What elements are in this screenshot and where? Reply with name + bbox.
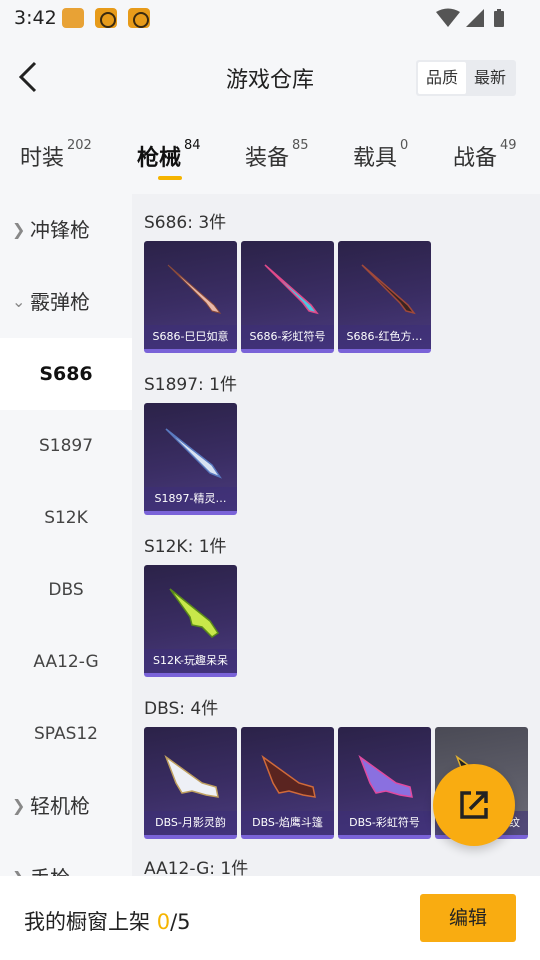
shotgun-skin-image: [169, 588, 220, 638]
tab-label: 枪械: [137, 146, 182, 171]
chevron-right-icon: ❯: [12, 796, 26, 815]
category-label: 霰弹枪: [30, 290, 90, 314]
item-card[interactable]: DBS-月影灵韵: [144, 727, 237, 839]
share-icon: [460, 791, 488, 819]
sidebar-category-smg[interactable]: ❯ 冲锋枪: [0, 194, 132, 266]
item-name: S12K-玩趣呆呆: [144, 649, 237, 673]
category-label: 手枪: [30, 866, 70, 876]
shotgun-skin-image: [167, 264, 222, 314]
section-title: AA12-G: 1件: [144, 859, 249, 876]
showcase-current-count: 0: [156, 910, 171, 934]
item-name: S1897-精灵…: [144, 487, 237, 511]
tab-count: 202: [67, 138, 92, 153]
app-notification-icon: [62, 8, 84, 28]
app-notification-icon: [95, 8, 117, 28]
shotgun-skin-image: [165, 428, 222, 479]
item-name: S686-红色方…: [338, 325, 431, 349]
item-name: S686-彩虹符号: [241, 325, 334, 349]
tab-label: 战备: [453, 146, 498, 171]
chevron-down-icon: ⌄: [12, 292, 26, 311]
sort-option-quality[interactable]: 品质: [417, 62, 466, 94]
battery-icon: [494, 11, 504, 27]
sidebar-category-shotgun[interactable]: ⌄ 霰弹枪: [0, 266, 132, 338]
tab-equipment[interactable]: 装备85: [245, 138, 309, 172]
shotgun-skin-image: [361, 264, 416, 315]
sidebar-item-dbs[interactable]: DBS: [0, 554, 132, 626]
header: 游戏仓库 品质 最新: [0, 36, 540, 120]
section-title: S1897: 1件: [144, 375, 238, 395]
app-notification-icon: [128, 8, 150, 28]
item-card[interactable]: S1897-精灵…: [144, 403, 237, 515]
tab-label: 装备: [245, 146, 290, 171]
sidebar-item-s12k[interactable]: S12K: [0, 482, 132, 554]
tab-count: 85: [292, 138, 309, 153]
showcase-label-text: 我的橱窗上架: [24, 910, 157, 934]
item-name: S686-巳巳如意: [144, 325, 237, 349]
system-status-icons: [436, 8, 504, 27]
shotgun-skin-image: [264, 264, 319, 315]
tab-count: 0: [400, 138, 409, 153]
item-name: DBS-月影灵韵: [144, 811, 237, 835]
sidebar-item-s1897[interactable]: S1897: [0, 410, 132, 482]
sidebar-category-lmg[interactable]: ❯ 轻机枪: [0, 770, 132, 842]
sidebar-item-s686[interactable]: S686: [0, 338, 132, 410]
sort-option-newest[interactable]: 最新: [466, 62, 514, 94]
tab-vehicles[interactable]: 载具0: [353, 138, 409, 172]
tab-weapons[interactable]: 枪械84: [137, 138, 201, 180]
shotgun-skin-image: [358, 754, 413, 798]
category-tabs: 时装202 枪械84 装备85 载具0 战备49: [0, 120, 540, 194]
shotgun-skin-image: [261, 754, 316, 798]
section-title: S686: 3件: [144, 213, 227, 233]
sidebar-category-pistol[interactable]: ❯ 手枪: [0, 842, 132, 876]
status-bar: 3:42: [0, 0, 540, 36]
section-title: DBS: 4件: [144, 699, 219, 719]
showcase-count-label: 我的橱窗上架 0/5: [24, 906, 191, 936]
tab-label: 时装: [20, 146, 65, 171]
item-card[interactable]: DBS-彩虹符号: [338, 727, 431, 839]
edit-button[interactable]: 编辑: [420, 894, 516, 942]
section-title: S12K: 1件: [144, 537, 227, 557]
showcase-footer: 我的橱窗上架 0/5 编辑: [0, 876, 540, 960]
tab-label: 载具: [353, 146, 398, 171]
chevron-right-icon: ❯: [12, 842, 25, 876]
sort-toggle: 品质 最新: [415, 60, 516, 96]
tab-combat-supplies[interactable]: 战备49: [453, 138, 517, 172]
sidebar-item-aa12g[interactable]: AA12-G: [0, 626, 132, 698]
wifi-icon: [436, 8, 460, 27]
item-name: DBS-焰鹰斗篷: [241, 811, 334, 835]
tab-count: 84: [184, 138, 201, 153]
signal-icon: [466, 9, 484, 27]
shotgun-skin-image: [164, 754, 219, 798]
category-label: 轻机枪: [30, 794, 90, 818]
chevron-right-icon: ❯: [12, 220, 26, 239]
tab-outfits[interactable]: 时装202: [20, 138, 92, 172]
item-card[interactable]: S686-彩虹符号: [241, 241, 334, 353]
share-button[interactable]: [433, 764, 515, 846]
item-card[interactable]: DBS-焰鹰斗篷: [241, 727, 334, 839]
weapon-type-sidebar: ❯ 冲锋枪 ⌄ 霰弹枪 S686 S1897 S12K DBS AA12-G SPA…: [0, 194, 132, 876]
status-time: 3:42: [14, 7, 57, 29]
item-name: DBS-彩虹符号: [338, 811, 431, 835]
item-card[interactable]: S686-红色方…: [338, 241, 431, 353]
item-card[interactable]: S686-巳巳如意: [144, 241, 237, 353]
item-card[interactable]: S12K-玩趣呆呆: [144, 565, 237, 677]
category-label: 冲锋枪: [30, 218, 90, 242]
tab-count: 49: [500, 138, 517, 153]
showcase-total-count: /5: [170, 910, 191, 934]
sidebar-item-spas12[interactable]: SPAS12: [0, 698, 132, 770]
